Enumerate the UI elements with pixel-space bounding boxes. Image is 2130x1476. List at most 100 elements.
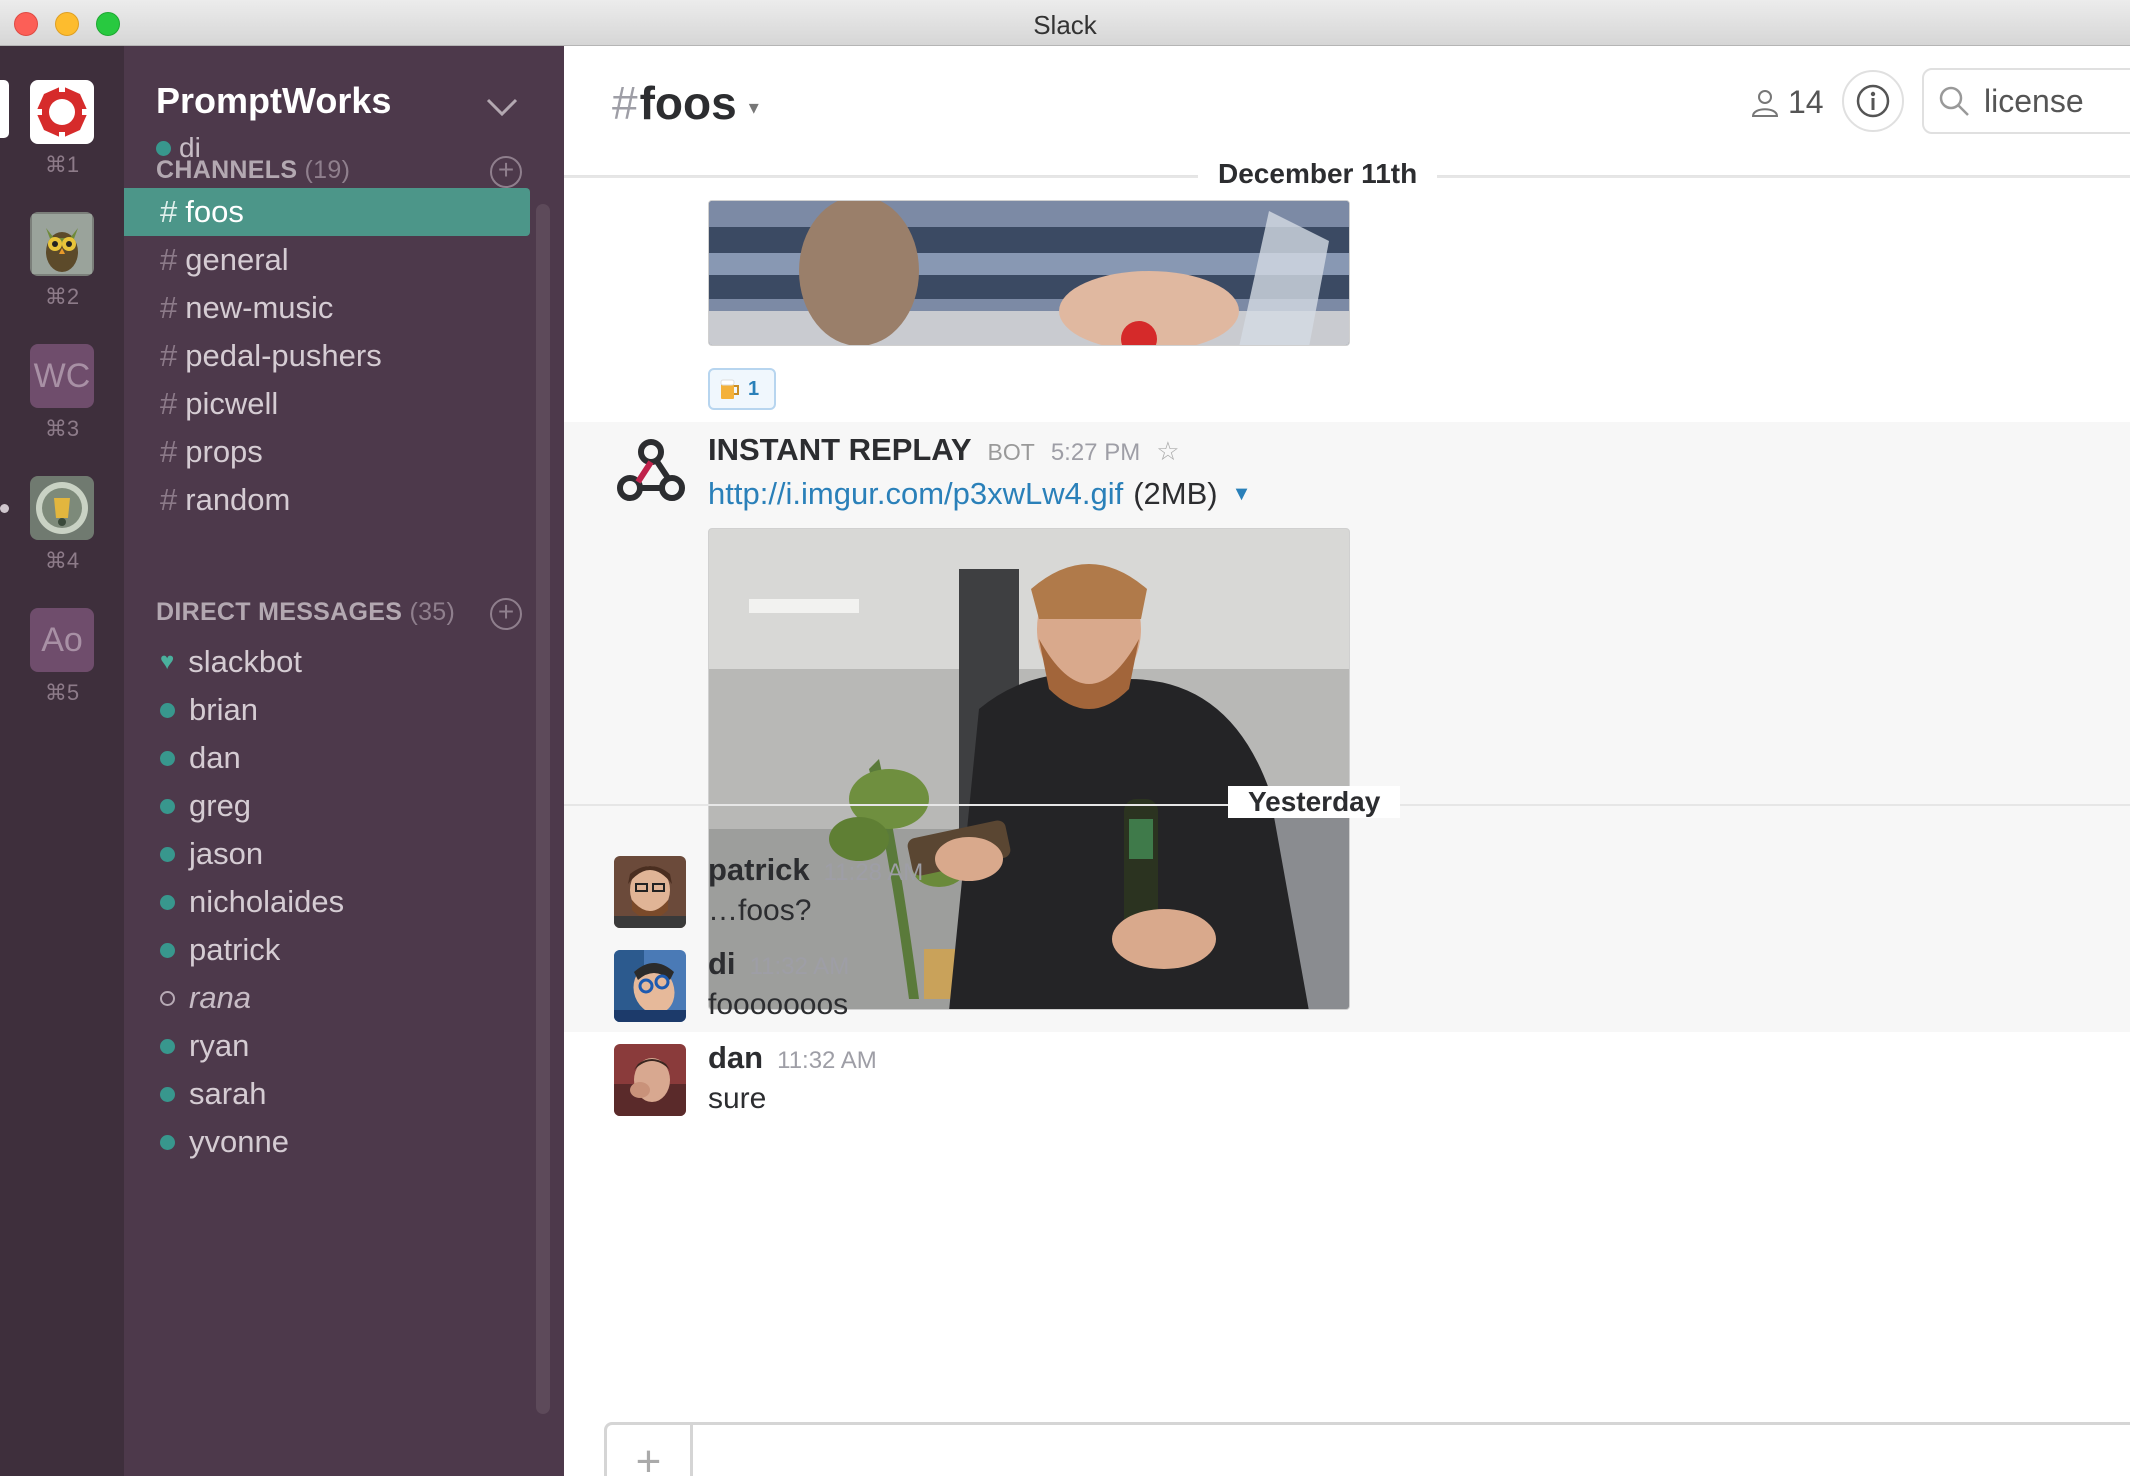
channel-title[interactable]: # foos ▾ (612, 76, 759, 130)
channel-item-props[interactable]: # props (124, 428, 530, 476)
date-divider: December 11th (1198, 158, 1438, 190)
channel-name: props (185, 434, 263, 469)
star-icon[interactable]: ☆ (1156, 436, 1179, 467)
dm-name: jason (189, 836, 264, 871)
channel-item-random[interactable]: # random (124, 476, 530, 524)
team-name[interactable]: PromptWorks (156, 80, 391, 122)
search-icon (1939, 86, 1969, 116)
active-team-indicator (0, 80, 9, 138)
channel-info-button[interactable] (1842, 70, 1904, 132)
attachment-link-line: http://i.imgur.com/p3xwLw4.gif (2MB) ▼ (708, 476, 1251, 512)
channel-item-foos[interactable]: # foos (124, 188, 530, 236)
chevron-down-icon[interactable] (486, 98, 518, 116)
hash-icon: # (160, 386, 178, 421)
message-header: di 11:32 AM (708, 946, 849, 982)
window-title: Slack (1033, 10, 1097, 40)
message-timestamp[interactable]: 11:28 AM (824, 859, 924, 887)
plus-icon[interactable]: + (607, 1425, 693, 1476)
reaction-beer[interactable]: 1 (708, 368, 776, 410)
expand-caret-icon[interactable]: ▼ (1232, 483, 1252, 506)
dm-section-title[interactable]: DIRECT MESSAGES (35) (156, 598, 455, 627)
badge-team-icon[interactable] (30, 476, 94, 540)
beer-emoji-icon (720, 379, 739, 399)
wc-team-icon[interactable]: WC (30, 344, 94, 408)
team-2[interactable]: ⌘2 (30, 212, 94, 310)
channels-section-title[interactable]: CHANNELS (19) (156, 156, 350, 185)
avatar[interactable] (614, 950, 686, 1022)
sender-name[interactable]: dan (708, 1040, 763, 1076)
gif-preview-foosball[interactable] (708, 200, 1350, 346)
channel-header: # foos ▾ 14 license (564, 46, 2130, 176)
dm-name: sarah (189, 1076, 267, 1111)
channel-item-picwell[interactable]: # picwell (124, 380, 530, 428)
channel-item-pedal-pushers[interactable]: # pedal-pushers (124, 332, 530, 380)
presence-online-icon (160, 1038, 175, 1054)
hash-icon: # (160, 338, 178, 373)
dm-item-brian[interactable]: brian (124, 686, 530, 734)
dm-item-jason[interactable]: jason (124, 830, 530, 878)
message-composer[interactable]: + (604, 1422, 2130, 1476)
search-input[interactable]: license (1922, 68, 2130, 134)
dm-item-greg[interactable]: greg (124, 782, 530, 830)
team-4[interactable]: ⌘4 (30, 476, 94, 574)
sidebar-scrollbar[interactable] (536, 204, 550, 1414)
team-unread-dot (0, 504, 9, 513)
date-divider: Yesterday (1228, 786, 1401, 818)
dm-name: yvonne (189, 1124, 289, 1159)
hash-icon: # (160, 434, 178, 469)
channel-sidebar: PromptWorks di CHANNELS (19) + # foos # ge… (124, 46, 564, 1476)
owl-team-icon[interactable] (30, 212, 94, 276)
message-timestamp[interactable]: 11:32 AM (777, 1047, 877, 1075)
dm-item-ryan[interactable]: ryan (124, 1022, 530, 1070)
message-timestamp[interactable]: 5:27 PM (1051, 439, 1140, 467)
message-timestamp[interactable]: 11:32 AM (750, 953, 850, 981)
dm-list: ♥ slackbot brian dan greg jason nicholaid… (124, 638, 530, 1166)
message-item: di 11:32 AM fooooooos (614, 946, 2094, 1034)
team-3[interactable]: WC ⌘3 (30, 344, 94, 442)
presence-online-icon (160, 942, 175, 958)
sender-name[interactable]: di (708, 946, 736, 982)
dm-name: brian (189, 692, 258, 727)
avatar[interactable] (614, 856, 686, 928)
channel-name: general (185, 242, 289, 277)
add-dm-icon[interactable]: + (490, 598, 522, 630)
channel-item-general[interactable]: # general (124, 236, 530, 284)
promptworks-logo-icon[interactable] (30, 80, 94, 144)
dm-item-nicholaides[interactable]: nicholaides (124, 878, 530, 926)
ao-team-icon[interactable]: Ao (30, 608, 94, 672)
team-shortcut: ⌘4 (44, 548, 80, 573)
channel-item-new-music[interactable]: # new-music (124, 284, 530, 332)
team-5[interactable]: Ao ⌘5 (30, 608, 94, 706)
dm-item-dan[interactable]: dan (124, 734, 530, 782)
avatar[interactable] (614, 1044, 686, 1116)
message-item: dan 11:32 AM sure (614, 1040, 2094, 1128)
presence-online-icon (160, 846, 175, 862)
chevron-down-icon: ▾ (748, 96, 759, 119)
gif-link[interactable]: http://i.imgur.com/p3xwLw4.gif (708, 476, 1123, 512)
hash-icon: # (160, 242, 178, 277)
dm-item-patrick[interactable]: patrick (124, 926, 530, 974)
sender-name[interactable]: patrick (708, 852, 810, 888)
channel-title-name: foos (639, 77, 737, 129)
channel-name: picwell (185, 386, 279, 421)
presence-online-icon (160, 1086, 175, 1102)
presence-online-icon (160, 702, 175, 718)
channel-name: foos (185, 194, 244, 229)
heart-icon: ♥ (160, 648, 175, 675)
team-shortcut: ⌘1 (44, 152, 80, 177)
presence-online-icon (160, 750, 175, 766)
add-channel-icon[interactable]: + (490, 156, 522, 188)
dm-item-yvonne[interactable]: yvonne (124, 1118, 530, 1166)
channels-count: (19) (304, 156, 351, 184)
reaction-count: 1 (748, 377, 760, 400)
dm-item-slackbot[interactable]: ♥ slackbot (124, 638, 530, 686)
message-text: fooooooos (708, 988, 849, 1021)
team-1[interactable]: ⌘1 (30, 80, 94, 178)
dm-name: greg (189, 788, 252, 823)
member-count-button[interactable]: 14 (1750, 84, 1824, 121)
dm-item-rana[interactable]: rana (124, 974, 530, 1022)
channels-label: CHANNELS (156, 156, 298, 184)
dm-item-sarah[interactable]: sarah (124, 1070, 530, 1118)
bot-sender-name[interactable]: INSTANT REPLAY (708, 432, 972, 468)
dm-count: (35) (409, 598, 456, 626)
